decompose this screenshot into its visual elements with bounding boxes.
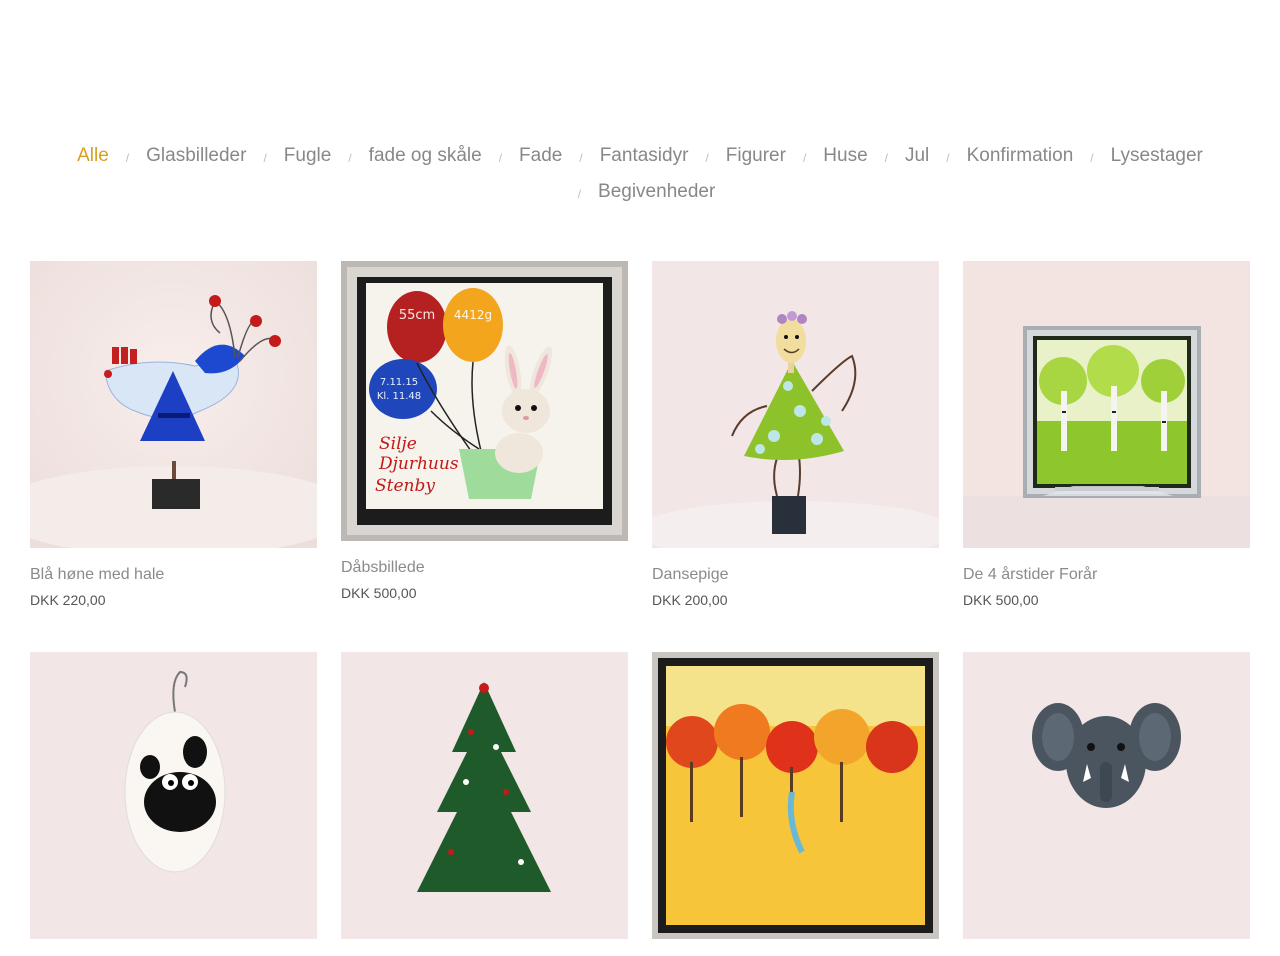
filter-lysestager[interactable]: Lysestager [1109, 138, 1205, 174]
filter-separator: / [263, 151, 267, 165]
product-title[interactable]: Dåbsbillede [341, 558, 628, 578]
product-price: DKK 500,00 [341, 585, 417, 601]
product-card [30, 652, 317, 956]
filter-row-2: / Begivenheder [0, 174, 1280, 210]
filter-fade[interactable]: Fade [517, 138, 564, 174]
product-price: DKK 200,00 [652, 592, 728, 608]
product-image[interactable] [652, 652, 939, 939]
product-title[interactable]: Dansepige [652, 565, 939, 585]
product-price: DKK 500,00 [963, 592, 1039, 608]
balloon-text: 7.11.15 [380, 377, 418, 388]
filter-fugle[interactable]: Fugle [282, 138, 334, 174]
filter-huse[interactable]: Huse [821, 138, 869, 174]
product-card [341, 652, 628, 956]
autumn-forest-glass-picture [652, 652, 939, 939]
name-text: Stenby [375, 476, 435, 496]
product-card [963, 652, 1250, 956]
name-text: Silje [379, 434, 417, 454]
product-title[interactable]: De 4 årstider Forår [963, 565, 1250, 585]
product-image[interactable] [30, 652, 317, 939]
balloon-text: 4412g [454, 308, 492, 322]
filter-separator: / [705, 151, 709, 165]
filter-separator: / [1090, 151, 1094, 165]
filter-separator: / [577, 187, 582, 201]
filter-separator: / [802, 151, 807, 165]
filter-separator: / [884, 151, 888, 165]
name-text: Djurhuus [378, 454, 459, 474]
product-title[interactable]: Blå høne med hale [30, 565, 317, 585]
elephant-glass-figure [963, 652, 1250, 939]
product-image[interactable] [963, 652, 1250, 939]
filter-separator: / [498, 151, 503, 165]
product-image[interactable] [30, 261, 317, 548]
filter-fantasidyr[interactable]: Fantasidyr [598, 138, 691, 174]
filter-separator: / [579, 151, 583, 165]
category-filter-bar: Alle / Glasbilleder / Fugle / fade og sk… [0, 138, 1280, 210]
filter-separator: / [348, 151, 352, 165]
product-card: Blå høne med hale DKK 220,00 [30, 261, 317, 609]
filter-separator: / [946, 151, 950, 165]
filter-separator: / [125, 151, 130, 165]
product-card [652, 652, 939, 956]
product-image[interactable]: 55cm 4412g 7.11.15 Kl. 11.48 Silje Djurh… [341, 261, 628, 541]
product-card: 55cm 4412g 7.11.15 Kl. 11.48 Silje Djurh… [341, 261, 628, 602]
product-price: DKK 220,00 [30, 592, 106, 608]
christmas-tree-glass-figure [341, 652, 628, 939]
spring-seasons-glass-picture [963, 261, 1250, 548]
baptism-picture-glass-art: 55cm 4412g 7.11.15 Kl. 11.48 Silje Djurh… [341, 261, 628, 541]
filter-konfirmation[interactable]: Konfirmation [965, 138, 1076, 174]
filter-row-1: Alle / Glasbilleder / Fugle / fade og sk… [0, 138, 1280, 174]
filter-begivenheder[interactable]: Begivenheder [596, 174, 717, 210]
filter-alle[interactable]: Alle [75, 138, 111, 174]
filter-figurer[interactable]: Figurer [724, 138, 788, 174]
balloon-text: Kl. 11.48 [377, 391, 421, 402]
product-image[interactable] [963, 261, 1250, 548]
product-image[interactable] [652, 261, 939, 548]
product-card: Dansepige DKK 200,00 [652, 261, 939, 609]
cow-glass-ornament [30, 652, 317, 939]
filter-glasbilleder[interactable]: Glasbilleder [144, 138, 248, 174]
balloon-text: 55cm [399, 308, 435, 323]
filter-jul[interactable]: Jul [903, 138, 931, 174]
product-image[interactable] [341, 652, 628, 939]
dancing-girl-glass-figure [652, 261, 939, 548]
blue-hen-glass-figure [30, 261, 317, 548]
product-card: De 4 årstider Forår DKK 500,00 [963, 261, 1250, 609]
filter-fade-og-skale[interactable]: fade og skåle [367, 138, 484, 174]
